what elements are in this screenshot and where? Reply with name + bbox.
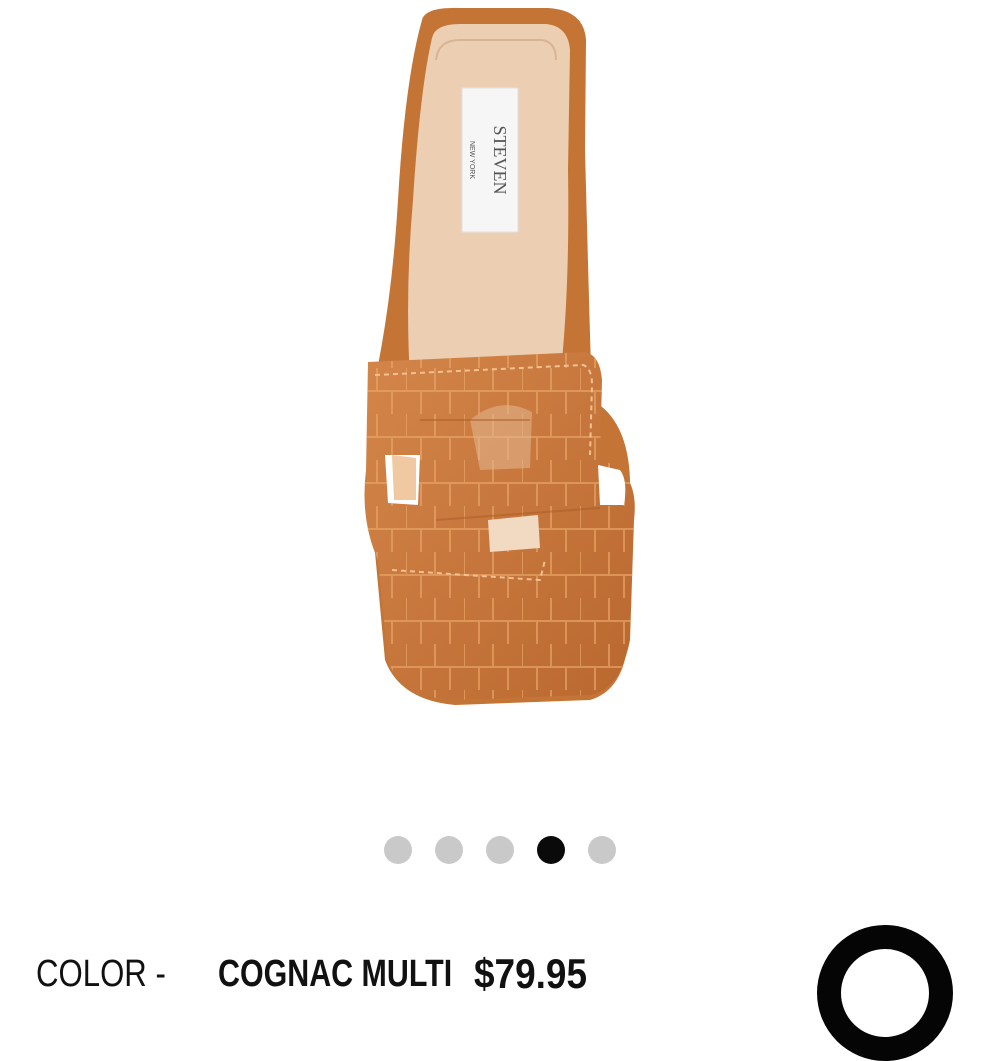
carousel-dot-4-active[interactable] [537,836,565,864]
carousel-dot-2[interactable] [435,836,463,864]
color-value: COGNAC MULTI [218,952,453,995]
carousel-dot-5[interactable] [588,836,616,864]
carousel-dot-3[interactable] [486,836,514,864]
chat-button[interactable] [817,925,953,1061]
price: $79.95 [474,950,588,997]
carousel-dot-1[interactable] [384,836,412,864]
product-image[interactable]: STEVEN NEW YORK [0,0,1000,800]
carousel-dots [0,830,1000,870]
brand-label: STEVEN NEW YORK [461,87,519,233]
color-label: COLOR - [36,952,166,995]
brand-tag-subtext: NEW YORK [468,141,475,179]
product-info-row: COLOR - COGNAC MULTI $79.95 [36,948,602,1000]
brand-tag-text: STEVEN [490,126,510,195]
chat-bubble-icon [841,949,929,1037]
